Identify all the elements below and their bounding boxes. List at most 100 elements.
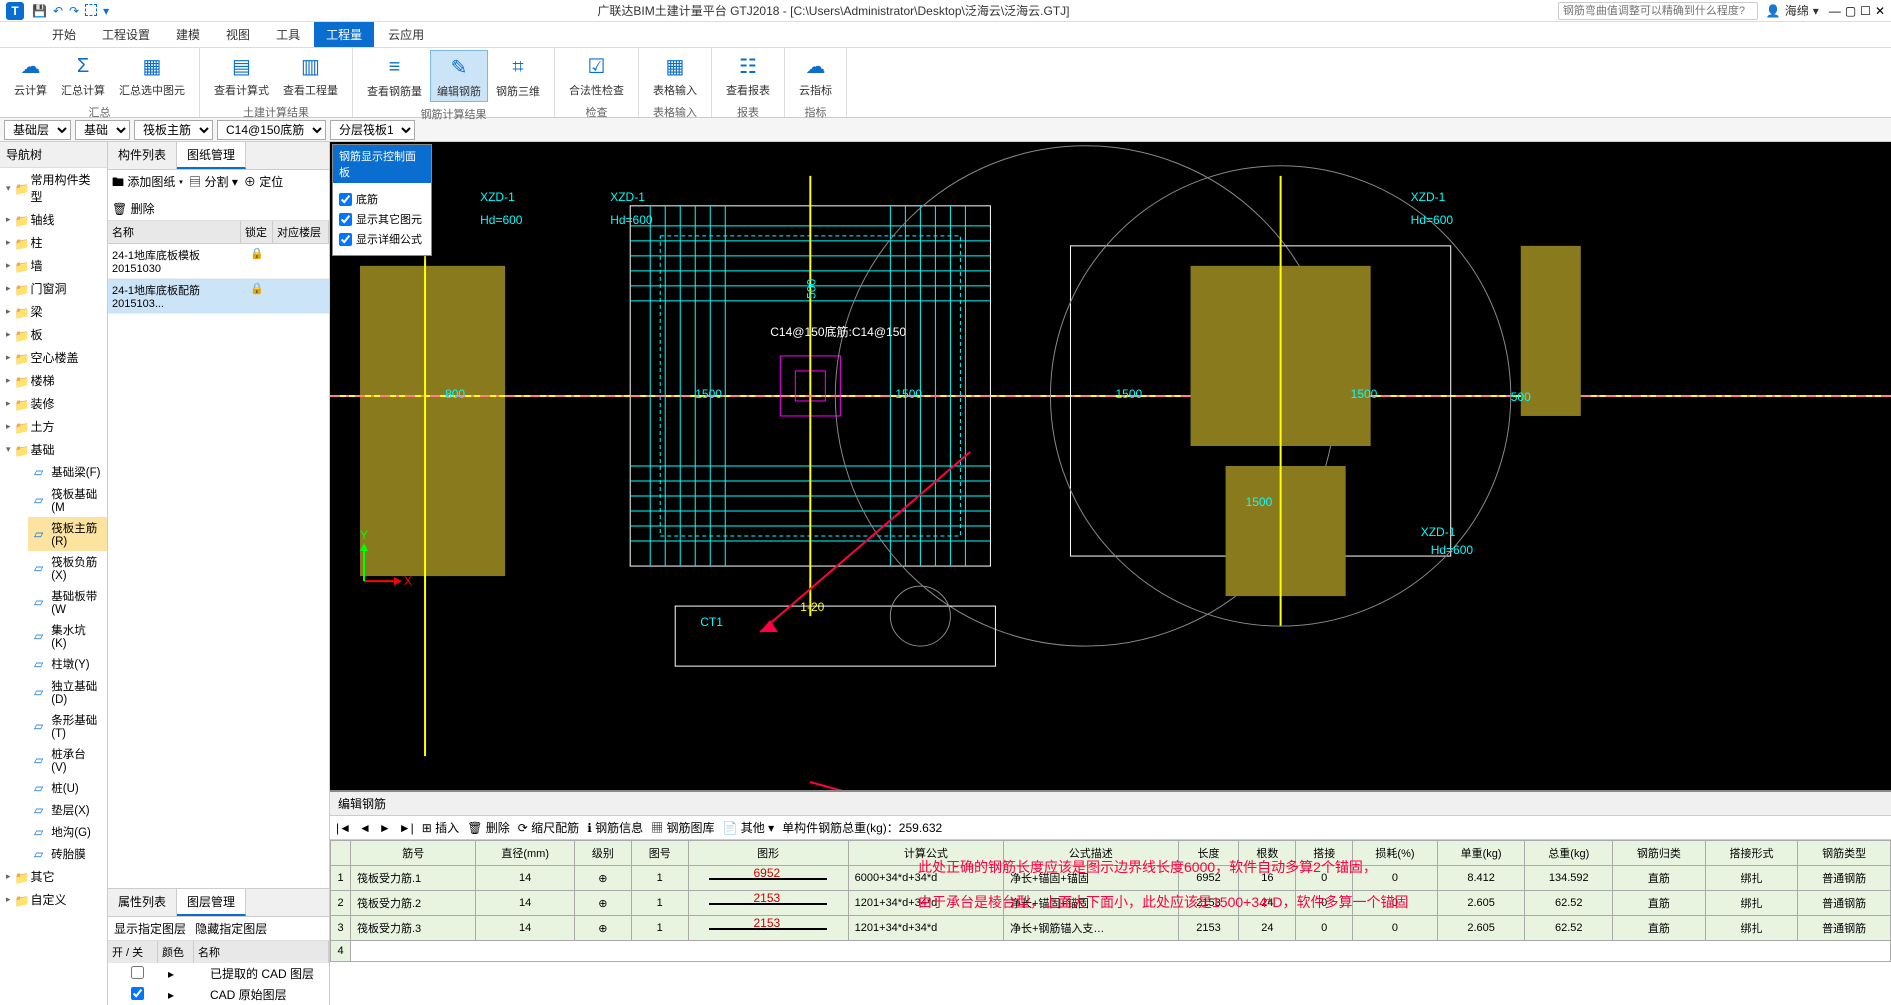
tree-其它[interactable]: 📁其它 [0,865,107,888]
qat-region-icon[interactable] [85,4,97,16]
svg-text:XZD-1: XZD-1 [480,190,515,204]
menu-工具[interactable]: 工具 [264,22,312,47]
tree-child-垫层(X)[interactable]: ▱垫层(X) [28,799,107,821]
tree-child-柱墩(Y)[interactable]: ▱柱墩(Y) [28,653,107,675]
nav-prev-icon[interactable]: ◄ [359,821,371,835]
tree-柱[interactable]: 📁柱 [0,231,107,254]
rebar-display-panel[interactable]: 钢筋显示控制面板 底筋 显示其它图元 显示详细公式 [332,144,432,256]
nav-last-icon[interactable]: ►| [399,821,414,835]
rebar-row[interactable]: 3筏板受力筋.314⊕121531201+34*d+34*d净长+钢筋锚入支…2… [331,916,1891,941]
menu-建模[interactable]: 建模 [164,22,212,47]
rebar-info-button[interactable]: ℹ 钢筋信息 [587,819,643,836]
qat-undo-icon[interactable]: ↶ [53,4,63,18]
cad-viewport[interactable]: XZD-1 XZD-1 Hd=600 Hd=600 1500 1500 500 … [330,142,1891,790]
floor-select[interactable]: 基础层 [4,120,71,140]
hide-layer-button[interactable]: 隐藏指定图层 [195,922,267,936]
menu-云应用[interactable]: 云应用 [376,22,436,47]
tree-child-筏板基础(M[interactable]: ▱筏板基础(M [28,483,107,517]
add-drawing-button[interactable]: 🖿 添加图纸 ▾ [112,173,183,194]
ribbon-钢筋三维[interactable]: ⌗钢筋三维 [490,51,546,101]
ribbon-汇总选中图元[interactable]: ▦汇总选中图元 [113,50,191,100]
layer-row[interactable]: ▸已提取的 CAD 图层 [108,963,329,984]
maximize-icon[interactable]: ☐ [1860,4,1871,18]
display-opt-显示其它图元[interactable]: 显示其它图元 [339,209,425,229]
ribbon-查看工程量[interactable]: ▥查看工程量 [277,50,344,100]
close-icon[interactable]: ✕ [1875,4,1885,18]
spec-select[interactable]: C14@150底筋 [217,120,326,140]
other-button[interactable]: 📄 其他 ▾ [722,819,774,836]
tree-墙[interactable]: 📁墙 [0,254,107,277]
tree-空心楼盖[interactable]: 📁空心楼盖 [0,346,107,369]
tree-板[interactable]: 📁板 [0,323,107,346]
tab-属性列表[interactable]: 属性列表 [108,889,177,916]
help-search-input[interactable] [1558,2,1758,20]
menu-工程量[interactable]: 工程量 [314,22,374,47]
menu-开始[interactable]: 开始 [40,22,88,47]
show-layer-button[interactable]: 显示指定图层 [114,922,186,936]
tree-child-独立基础(D)[interactable]: ▱独立基础(D) [28,675,107,709]
display-opt-显示详细公式[interactable]: 显示详细公式 [339,229,425,249]
nav-next-icon[interactable]: ► [379,821,391,835]
display-opt-底筋[interactable]: 底筋 [339,189,425,209]
user-account[interactable]: 👤 海绵 ▾ [1766,2,1819,19]
qat-redo-icon[interactable]: ↷ [69,4,79,18]
tree-child-砖胎膜[interactable]: ▱砖胎膜 [28,843,107,865]
tree-child-集水坑(K)[interactable]: ▱集水坑(K) [28,619,107,653]
rebar-lib-button[interactable]: ▦ 钢筋图库 [651,819,714,836]
nav-first-icon[interactable]: |◄ [336,821,351,835]
menu-工程设置[interactable]: 工程设置 [90,22,162,47]
drawing-row[interactable]: 24-1地库底板配筋2015103...🔒 [108,279,329,314]
tree-child-条形基础(T)[interactable]: ▱条形基础(T) [28,709,107,743]
delete-drawing-button[interactable]: 🗑 删除 [112,200,155,217]
ribbon-云指标[interactable]: ☁云指标 [793,50,838,100]
split-button[interactable]: ▤ 分割 ▾ [189,173,238,194]
drawing-row[interactable]: 24-1地库底板模板20151030🔒 [108,244,329,279]
tree-child-筏板主筋(R)[interactable]: ▱筏板主筋(R) [28,517,107,551]
square1-icon[interactable]: ▢ [1845,4,1856,18]
tree-楼梯[interactable]: 📁楼梯 [0,369,107,392]
user-dropdown-icon[interactable]: ▾ [1813,4,1819,18]
tree-child-筏板负筋(X)[interactable]: ▱筏板负筋(X) [28,551,107,585]
layer-toggle[interactable] [131,987,144,1000]
ribbon-查看报表[interactable]: ☷查看报表 [720,50,776,100]
insert-button[interactable]: ⊞ 插入 [422,819,459,836]
tree-装修[interactable]: 📁装修 [0,392,107,415]
tree-轴线[interactable]: 📁轴线 [0,208,107,231]
locate-button[interactable]: ⊕ 定位 [244,173,283,194]
svg-text:XZD-1: XZD-1 [1421,525,1456,539]
svg-text:500: 500 [804,279,818,299]
tree-child-地沟(G)[interactable]: ▱地沟(G) [28,821,107,843]
tree-child-桩承台(V)[interactable]: ▱桩承台(V) [28,743,107,777]
ribbon-查看钢筋量[interactable]: ≡查看钢筋量 [361,51,428,101]
nav-tree-panel: 导航树 📁常用构件类型📁轴线📁柱📁墙📁门窗洞📁梁📁板📁空心楼盖📁楼梯📁装修📁土方… [0,142,108,1005]
span-select[interactable]: 分层筏板1 [330,120,415,140]
tree-child-基础梁(F)[interactable]: ▱基础梁(F) [28,461,107,483]
delete-button[interactable]: 🗑 删除 [467,819,510,836]
tree-child-桩(U)[interactable]: ▱桩(U) [28,777,107,799]
ribbon-编辑钢筋[interactable]: ✎编辑钢筋 [430,50,488,102]
layer-toggle[interactable] [131,966,144,979]
ribbon-表格输入[interactable]: ▦表格输入 [647,50,703,100]
tree-常用构件类型[interactable]: 📁常用构件类型 [0,168,107,208]
ribbon-group-label: 指标 [785,102,846,122]
subtype-select[interactable]: 筏板主筋 [134,120,213,140]
qat-save-icon[interactable]: 💾 [32,4,47,18]
tree-基础[interactable]: 📁基础 [0,438,107,461]
tab-图层管理[interactable]: 图层管理 [177,889,246,916]
ribbon-汇总计算[interactable]: Σ汇总计算 [55,50,111,100]
tab-构件列表[interactable]: 构件列表 [108,142,177,169]
minimize-icon[interactable]: — [1829,4,1841,18]
tree-梁[interactable]: 📁梁 [0,300,107,323]
layer-row[interactable]: ▸CAD 原始图层 [108,984,329,1005]
menu-视图[interactable]: 视图 [214,22,262,47]
tree-门窗洞[interactable]: 📁门窗洞 [0,277,107,300]
tree-土方[interactable]: 📁土方 [0,415,107,438]
tree-自定义[interactable]: 📁自定义 [0,888,107,911]
scale-rebar-button[interactable]: ⟳ 缩尺配筋 [518,819,579,836]
ribbon-查看计算式[interactable]: ▤查看计算式 [208,50,275,100]
tab-图纸管理[interactable]: 图纸管理 [177,142,246,169]
category-select[interactable]: 基础 [75,120,130,140]
ribbon-合法性检查[interactable]: ☑合法性检查 [563,50,630,100]
tree-child-基础板带(W[interactable]: ▱基础板带(W [28,585,107,619]
ribbon-云计算[interactable]: ☁云计算 [8,50,53,100]
